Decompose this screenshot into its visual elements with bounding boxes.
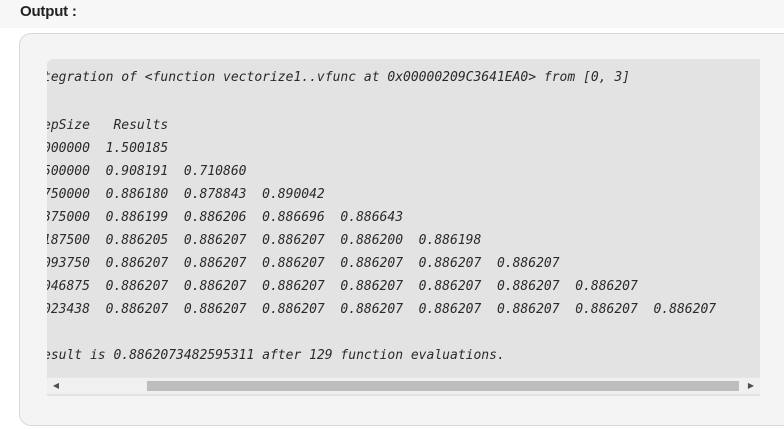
output-line-row-5: 187500 0.886205 0.886207 0.886207 0.8862… [47,233,482,248]
horizontal-scrollbar[interactable]: ◀ ▶ [47,377,760,394]
output-line-result: esult is 0.8862073482595311 after 129 fu… [47,348,505,363]
code-output-box: tegration of <function vectorize1..vfunc… [47,59,760,396]
output-line-row-2: 500000 0.908191 0.710860 [47,164,247,179]
scroll-left-arrow-icon[interactable]: ◀ [49,378,63,394]
output-line-row-1: 000000 1.500185 [47,141,169,156]
output-heading: Output : [20,3,77,20]
output-line-row-3: 750000 0.886180 0.878843 0.890042 [47,187,325,202]
code-output-text: tegration of <function vectorize1..vfunc… [47,59,716,363]
output-line-row-4: 375000 0.886199 0.886206 0.886696 0.8866… [47,210,404,225]
output-line-title: tegration of <function vectorize1..vfunc… [47,70,630,85]
output-line-row-6: 093750 0.886207 0.886207 0.886207 0.8862… [47,256,560,271]
scrollbar-thumb[interactable] [147,381,739,391]
output-line-row-7: 046875 0.886207 0.886207 0.886207 0.8862… [47,279,638,294]
output-line-header: epSize Results [47,118,169,133]
output-header-strip: Output : [0,0,784,28]
output-line-row-8: 023438 0.886207 0.886207 0.886207 0.8862… [47,302,717,317]
scroll-right-arrow-icon[interactable]: ▶ [744,378,758,394]
